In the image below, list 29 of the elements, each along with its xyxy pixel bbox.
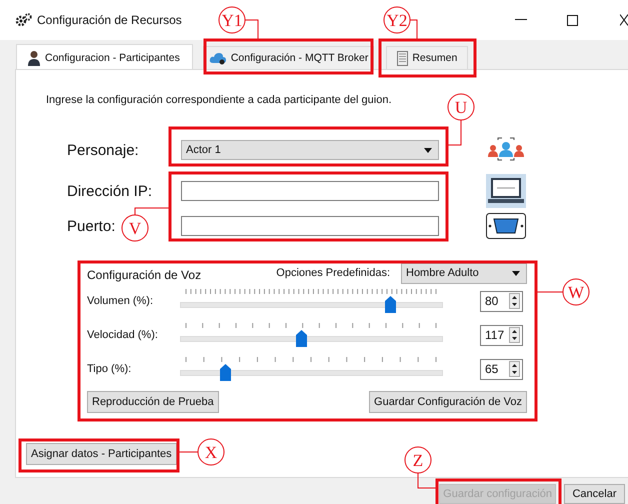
instruction-text: Ingrese la configuración correspondiente a cada participante del guion. xyxy=(46,94,392,108)
callout-label: Z xyxy=(404,446,432,474)
slider-label: Volumen (%): xyxy=(87,295,154,307)
preset-dropdown[interactable]: Hombre Adulto xyxy=(401,262,527,284)
tab[interactable]: Configuracion - Participantes xyxy=(16,44,193,70)
number-spinbox[interactable]: 65 xyxy=(480,358,523,380)
footer-button[interactable]: Cancelar xyxy=(564,484,625,504)
callout-label: Y1 xyxy=(218,6,246,34)
callout-label: U xyxy=(448,94,474,120)
callout-label: W xyxy=(562,278,590,306)
window-title: Configuración de Recursos xyxy=(37,13,182,27)
number-spinbox[interactable]: 117 xyxy=(480,324,523,346)
field-label: Dirección IP: xyxy=(67,182,152,200)
slider-label: Tipo (%): xyxy=(87,363,132,375)
callout-label: Y2 xyxy=(384,6,410,34)
voice-button[interactable]: Reproducción de Prueba xyxy=(87,391,219,413)
voice-button[interactable]: Guardar Configuración de Voz xyxy=(369,391,527,413)
presets-label: Opciones Predefinidas: xyxy=(276,267,390,279)
field-label: Personaje: xyxy=(67,142,139,158)
number-spinbox[interactable]: 80 xyxy=(480,290,523,312)
assign-button[interactable]: Asignar datos - Participantes xyxy=(26,443,177,465)
character-dropdown[interactable]: Actor 1 xyxy=(181,140,439,160)
slider-label: Velocidad (%): xyxy=(87,329,159,341)
callout-label: X xyxy=(198,438,224,466)
callout-label: V xyxy=(122,214,148,242)
group-title: Configuración de Voz xyxy=(87,268,202,282)
tab[interactable]: Configuración - MQTT Broker xyxy=(202,46,374,69)
tab[interactable]: Resumen xyxy=(386,46,468,69)
field-label: Puerto: xyxy=(67,218,116,234)
